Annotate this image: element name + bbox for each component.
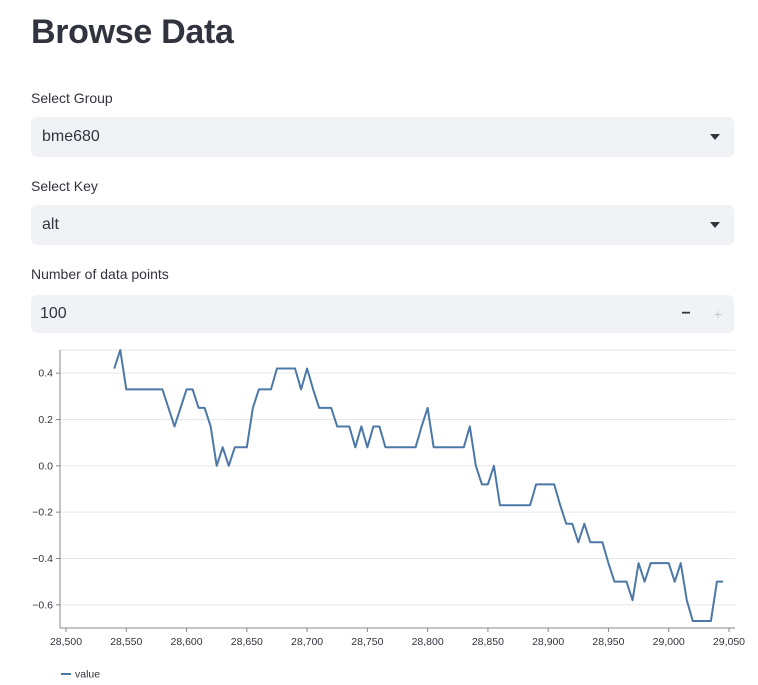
line-chart: 0.4 0.2 0.0 −0.2 −0.4 −0.6 28,500 28,550 28,600 2… bbox=[32, 349, 745, 681]
x-tick-label: 28,500 bbox=[50, 636, 82, 648]
x-tick-label: 28,850 bbox=[472, 636, 504, 648]
x-tick-label: 29,050 bbox=[713, 636, 745, 648]
group-select-value: bme680 bbox=[42, 128, 100, 145]
y-tick-label: −0.6 bbox=[32, 599, 53, 611]
data-points-value[interactable]: 100 bbox=[40, 304, 67, 324]
select-group-label: Select Group bbox=[31, 90, 113, 106]
increment-button[interactable]: + bbox=[702, 295, 734, 333]
chart-grid bbox=[60, 349, 735, 606]
chart-axes: 0.4 0.2 0.0 −0.2 −0.4 −0.6 28,500 28,550 28,600 2… bbox=[32, 350, 745, 648]
y-tick-label: 0.2 bbox=[38, 414, 53, 426]
x-tick-label: 28,550 bbox=[110, 636, 142, 648]
y-tick-label: 0.0 bbox=[38, 460, 53, 472]
legend-label: value bbox=[75, 669, 100, 681]
y-tick-label: −0.2 bbox=[32, 507, 53, 519]
chart-series bbox=[113, 349, 723, 623]
x-tick-label: 29,000 bbox=[653, 636, 685, 648]
select-key-label: Select Key bbox=[31, 178, 98, 194]
y-tick-label: 0.4 bbox=[38, 368, 53, 380]
chevron-down-icon[interactable] bbox=[710, 222, 720, 228]
data-points-input[interactable]: 100 − + bbox=[31, 295, 734, 333]
series-line-value bbox=[113, 349, 723, 623]
x-tick-label: 28,950 bbox=[592, 636, 624, 648]
key-select-value: alt bbox=[42, 216, 59, 233]
chevron-down-icon[interactable] bbox=[710, 134, 720, 140]
key-select[interactable]: alt bbox=[31, 205, 734, 245]
x-tick-label: 28,800 bbox=[412, 636, 444, 648]
x-tick-label: 28,650 bbox=[231, 636, 263, 648]
decrement-button[interactable]: − bbox=[670, 295, 702, 333]
number-of-data-points-label: Number of data points bbox=[31, 266, 169, 282]
x-tick-label: 28,600 bbox=[171, 636, 203, 648]
x-tick-label: 28,700 bbox=[291, 636, 323, 648]
x-tick-label: 28,900 bbox=[532, 636, 564, 648]
page-title: Browse Data bbox=[31, 13, 234, 51]
x-tick-label: 28,750 bbox=[351, 636, 383, 648]
chart-legend: value bbox=[61, 669, 100, 681]
y-tick-label: −0.4 bbox=[32, 553, 53, 565]
group-select[interactable]: bme680 bbox=[31, 117, 734, 157]
